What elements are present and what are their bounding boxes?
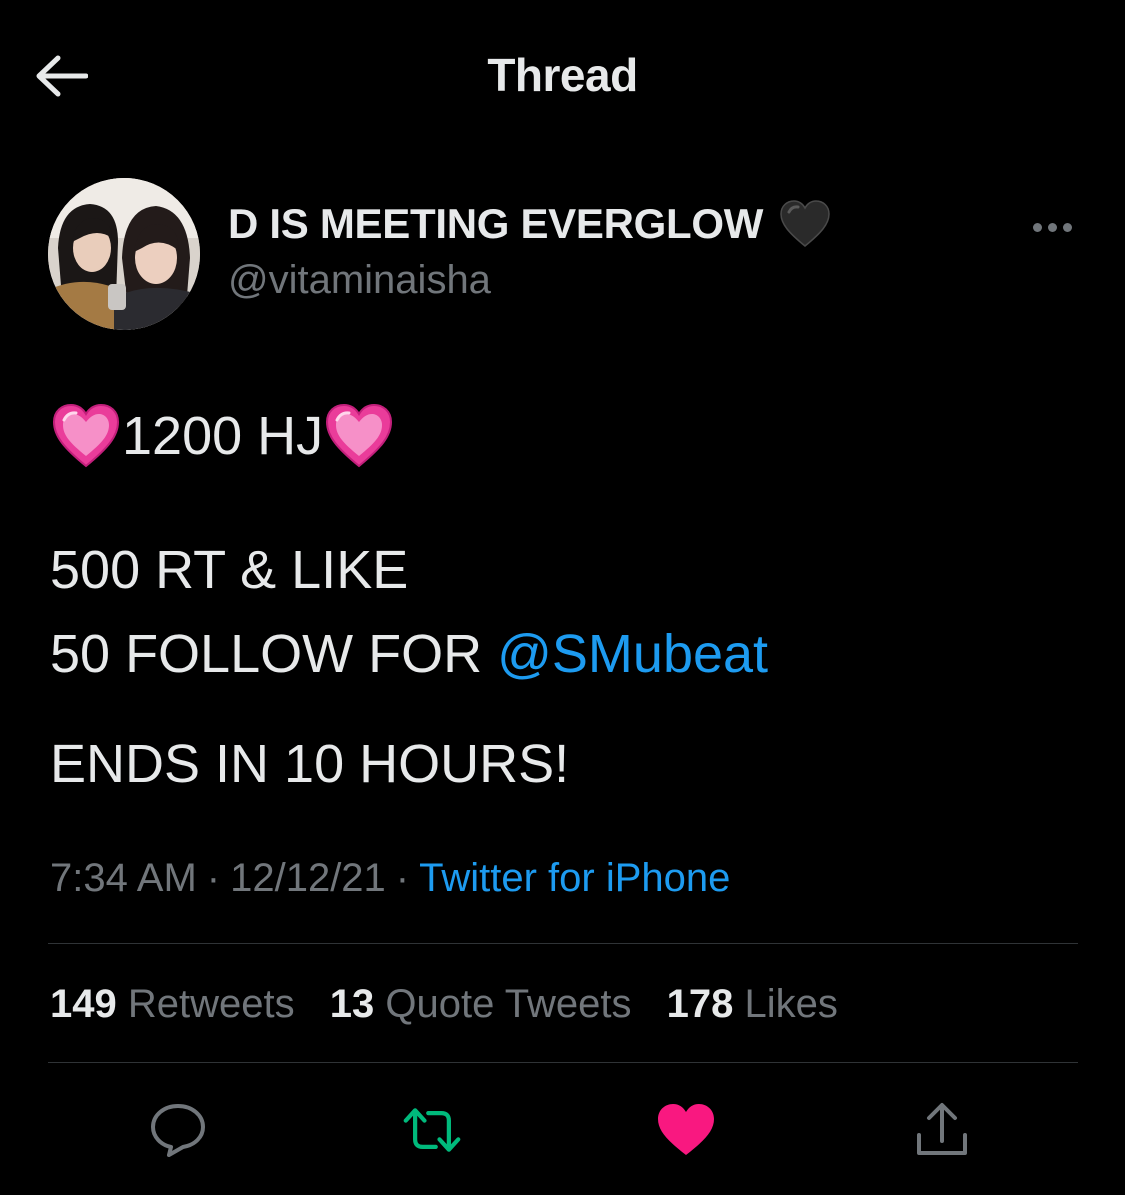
more-button[interactable] (1028, 214, 1076, 240)
tweet-line-4: ENDS IN 10 HOURS! (50, 734, 570, 794)
more-icon-dot (1062, 222, 1072, 232)
retweets-stat[interactable]: 149 Retweets (50, 982, 295, 1027)
tweet-meta: 7:34 AM · 12/12/21 · Twitter for iPhone (50, 856, 730, 901)
quote-tweets-count: 13 (329, 982, 375, 1026)
likes-count: 178 (666, 982, 734, 1026)
author-name[interactable]: D IS MEETING EVERGLOW (228, 200, 831, 248)
tweet-line-3: 50 FOLLOW FOR @SMubeat (50, 612, 1080, 696)
retweet-icon (403, 1108, 461, 1152)
avatar-photo (48, 178, 200, 330)
more-icon (1032, 222, 1042, 232)
tweet-text: 1200 HJ 500 RT & LIKE 50 FOLLOW FOR @SMu… (50, 400, 1080, 806)
tweet-date[interactable]: 12/12/21 (230, 856, 386, 900)
reply-icon (151, 1104, 205, 1157)
pink-heart-emoji (50, 402, 122, 470)
tweet-stats: 149 Retweets 13 Quote Tweets 178 Likes (50, 982, 862, 1027)
tweet-line-1: 1200 HJ (50, 400, 1080, 472)
tweet-time[interactable]: 7:34 AM (50, 856, 197, 900)
retweets-count: 149 (50, 982, 117, 1026)
retweets-label: Retweets (127, 982, 295, 1026)
quote-tweets-label: Quote Tweets (385, 982, 632, 1026)
quote-tweets-stat[interactable]: 13 Quote Tweets (330, 982, 632, 1027)
tweet-paragraph-2: 500 RT & LIKE 50 FOLLOW FOR @SMubeat (50, 528, 1080, 696)
like-button[interactable] (656, 1100, 716, 1160)
tweet-line-3-text: 50 FOLLOW FOR (50, 624, 498, 684)
like-icon (658, 1104, 714, 1155)
divider (48, 943, 1078, 944)
reply-button[interactable] (148, 1100, 208, 1160)
avatar[interactable] (48, 178, 200, 330)
share-button[interactable] (912, 1100, 972, 1160)
black-heart-emoji (779, 200, 831, 248)
divider (48, 1062, 1078, 1063)
pink-heart-emoji (323, 402, 395, 470)
tweet-line-1-text: 1200 HJ (122, 406, 324, 466)
share-icon (917, 1103, 967, 1155)
likes-stat[interactable]: 178 Likes (667, 982, 838, 1027)
mention-link[interactable]: @SMubeat (497, 624, 768, 684)
meta-separator: · (395, 856, 410, 900)
likes-label: Likes (744, 982, 838, 1026)
retweet-button[interactable] (402, 1100, 462, 1160)
more-icon-dot (1047, 222, 1057, 232)
author-handle[interactable]: @vitaminaisha (228, 258, 491, 303)
tweet-source-link[interactable]: Twitter for iPhone (419, 856, 730, 900)
page-title: Thread (487, 49, 638, 101)
tweet-line-2: 500 RT & LIKE (50, 540, 409, 600)
header-bar: Thread (0, 0, 1125, 150)
meta-separator: · (206, 856, 221, 900)
author-name-text: D IS MEETING EVERGLOW (228, 200, 764, 247)
